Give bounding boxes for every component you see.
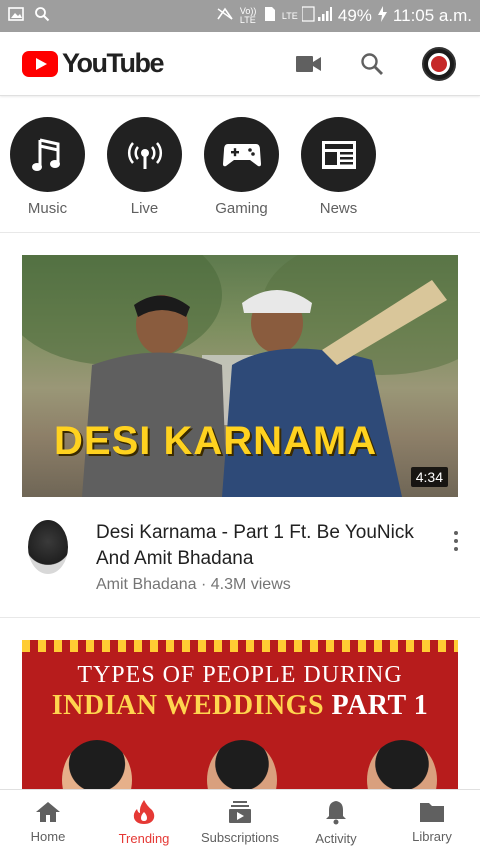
battery-percentage: 49% [337, 6, 372, 25]
category-news[interactable]: News [301, 97, 376, 232]
youtube-logo[interactable]: YouTube [22, 48, 164, 79]
search-button[interactable] [360, 52, 384, 76]
nav-trending[interactable]: Trending [96, 790, 192, 854]
nav-home[interactable]: Home [0, 790, 96, 854]
search-notification-icon [34, 6, 50, 27]
nav-label: Home [30, 828, 66, 844]
gamepad-icon [222, 143, 261, 166]
signal-icon [301, 5, 332, 27]
category-label: Live [130, 200, 159, 217]
sim-card-icon [264, 6, 276, 27]
youtube-play-icon [22, 50, 58, 77]
nfc-icon [216, 6, 234, 27]
category-gaming[interactable]: Gaming [204, 97, 279, 232]
bell-icon [326, 800, 346, 824]
flame-icon [133, 799, 155, 824]
person-face [62, 740, 132, 790]
category-music[interactable]: Music [10, 97, 85, 232]
app-header: YouTube [0, 32, 480, 96]
account-avatar[interactable] [422, 46, 456, 81]
logo-text: YouTube [62, 48, 164, 78]
nav-subscriptions[interactable]: Subscriptions [192, 790, 288, 854]
category-icon-circle [10, 117, 85, 192]
nav-label: Subscriptions [200, 829, 280, 845]
thumbnail-title-highlight: INDIAN WEDDINGS [51, 690, 325, 721]
channel-avatar[interactable] [28, 520, 68, 574]
video-card: TYPES OF PEOPLE DURING INDIAN WEDDINGS P… [0, 619, 480, 790]
decorative-border [22, 640, 458, 652]
more-vert-icon [454, 531, 458, 535]
thumbnail-title: DESI KARNAMA [54, 419, 378, 463]
video-camera-icon [296, 55, 321, 72]
category-live[interactable]: Live [107, 97, 182, 232]
video-card: DESI KARNAMA 4:34 Desi Karnama - Part 1 … [0, 234, 480, 618]
category-icon-circle [301, 117, 376, 192]
video-duration: 4:34 [410, 467, 448, 487]
video-thumbnail[interactable]: TYPES OF PEOPLE DURING INDIAN WEDDINGS P… [22, 640, 458, 790]
status-bar: Vo)) LTE LTE 49% 11:05 a.m. [0, 0, 480, 32]
category-icon-circle [204, 117, 279, 192]
home-icon [36, 801, 60, 822]
nav-library[interactable]: Library [384, 790, 480, 854]
nav-label: Activity [315, 830, 357, 846]
live-broadcast-icon [127, 141, 162, 169]
battery-charging-icon [377, 5, 387, 27]
video-title[interactable]: Desi Karnama - Part 1 Ft. Be YouNick And… [96, 520, 416, 572]
nav-label: Trending [118, 830, 170, 846]
person-face [207, 740, 277, 790]
category-label: Gaming [215, 200, 268, 217]
category-shelf: Music Live Gaming News [0, 97, 480, 233]
video-thumbnail[interactable]: DESI KARNAMA 4:34 [22, 255, 458, 497]
gallery-icon [8, 6, 24, 27]
thumbnail-title-line2: INDIAN WEDDINGS PART 1 [22, 690, 458, 722]
nav-activity[interactable]: Activity [288, 790, 384, 854]
bottom-navigation: Home Trending Subscriptions Activity Lib… [0, 789, 480, 854]
lte-label: LTE [281, 11, 298, 21]
search-icon [361, 52, 383, 75]
volte-label: Vo)) LTE [239, 6, 257, 25]
category-label: Music [27, 200, 68, 217]
category-icon-circle [107, 117, 182, 192]
category-label: News [319, 200, 358, 217]
nav-label: Library [412, 828, 452, 844]
clock: 11:05 a.m. [392, 6, 472, 25]
subscriptions-icon [229, 800, 251, 823]
thumbnail-title-line1: TYPES OF PEOPLE DURING [77, 662, 403, 688]
music-note-icon [31, 138, 60, 171]
avatar-image [428, 52, 450, 75]
folder-icon [420, 802, 444, 822]
video-metadata: Desi Karnama - Part 1 Ft. Be YouNick And… [0, 516, 480, 596]
person-face [367, 740, 437, 790]
upload-video-button[interactable] [296, 55, 322, 73]
more-options-button[interactable] [446, 528, 466, 554]
thumbnail-title-part: PART 1 [331, 690, 429, 721]
newspaper-icon [321, 140, 356, 169]
video-channel-views: Amit Bhadana · 4.3M views [96, 576, 291, 593]
